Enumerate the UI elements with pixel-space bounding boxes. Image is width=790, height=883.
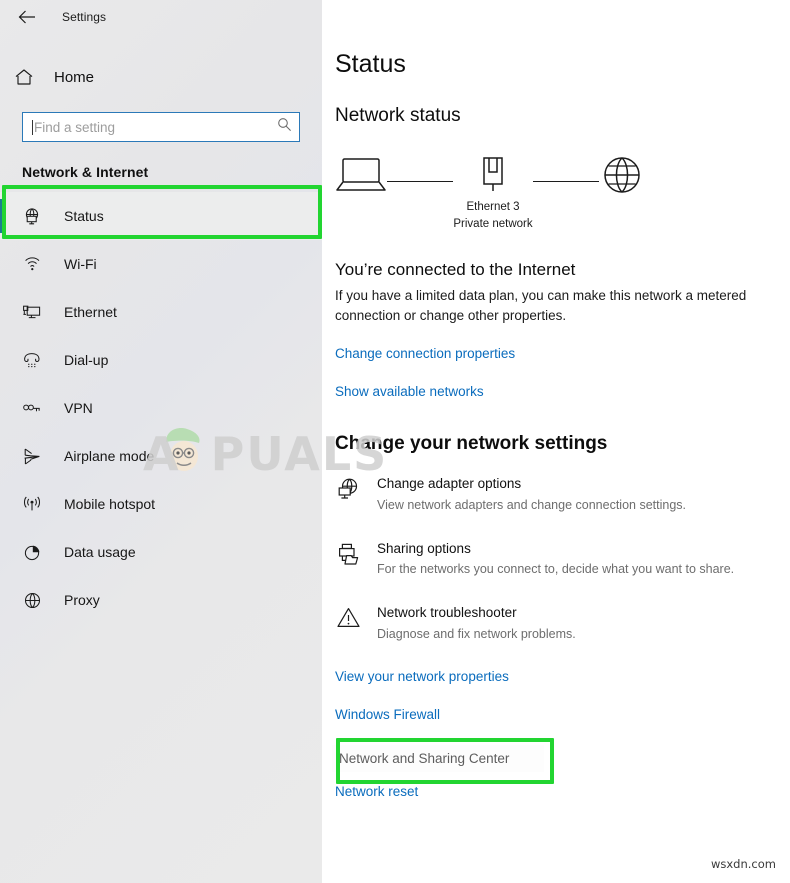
corner-watermark: wsxdn.com: [710, 857, 776, 871]
window-title: Settings: [62, 10, 107, 24]
adapter-caption: Ethernet 3 Private network: [453, 199, 532, 232]
sidebar-item-home[interactable]: Home: [0, 56, 322, 98]
ethernet-icon: [22, 304, 42, 321]
pie-chart-icon: [22, 543, 42, 562]
option-desc: Diagnose and fix network problems.: [377, 626, 576, 641]
sidebar-item-status[interactable]: Status: [0, 192, 322, 240]
diagram-link-right: [532, 181, 600, 182]
link-row-show-available-networks: Show available networks: [335, 383, 790, 401]
main-content: Status Network status Ethernet 3 Private…: [322, 0, 790, 883]
sidebar-item-label: VPN: [64, 400, 93, 416]
diagram-internet: [599, 155, 645, 195]
option-title: Change adapter options: [377, 476, 522, 492]
sidebar-home-label: Home: [54, 68, 95, 86]
sidebar-item-label: Mobile hotspot: [64, 496, 156, 512]
status-globe-monitor-icon: [22, 207, 42, 226]
sidebar-item-label: Status: [64, 208, 104, 224]
diagram-adapter: Ethernet 3 Private network: [453, 155, 533, 232]
warning-triangle-icon: [335, 604, 361, 629]
sidebar-item-wi-fi[interactable]: Wi-Fi: [0, 240, 322, 288]
adapter-type: Private network: [453, 217, 533, 230]
search-container: Find a setting: [0, 98, 322, 142]
sidebar-item-ethernet[interactable]: Ethernet: [0, 288, 322, 336]
options-list: Change adapter options View network adap…: [335, 475, 790, 642]
option-desc: For the networks you connect to, decide …: [377, 562, 735, 577]
network-status-heading: Network status: [335, 105, 461, 126]
page-title: Status: [335, 50, 406, 78]
option-network-troubleshooter[interactable]: Network troubleshooter Diagnose and fix …: [335, 604, 790, 642]
network-diagram: Ethernet 3 Private network: [335, 155, 645, 232]
search-input[interactable]: Find a setting: [22, 112, 300, 142]
connected-heading: You’re connected to the Internet: [335, 260, 576, 280]
option-change-adapter-options[interactable]: Change adapter options View network adap…: [335, 475, 790, 513]
back-button[interactable]: [12, 4, 42, 30]
adapter-name: Ethernet 3: [466, 201, 520, 213]
option-desc: View network adapters and change connect…: [377, 498, 686, 513]
globe-icon: [604, 157, 640, 193]
ethernet-port-icon: [483, 157, 503, 191]
sidebar-nav: Status Wi-Fi Ethernet Dial-up VPN Airpla…: [0, 192, 322, 624]
sidebar-item-label: Dial-up: [64, 352, 109, 368]
sidebar-item-label: Wi-Fi: [64, 256, 97, 272]
option-text: Change adapter options View network adap…: [377, 475, 686, 513]
sidebar-item-airplane-mode[interactable]: Airplane mode: [0, 432, 322, 480]
dialup-phone-icon: [22, 352, 42, 369]
sidebar-item-data-usage[interactable]: Data usage: [0, 528, 322, 576]
laptop-icon: [336, 158, 386, 191]
sidebar-item-label: Airplane mode: [64, 448, 155, 464]
text-caret: [32, 119, 33, 135]
search-icon[interactable]: [277, 117, 292, 137]
sidebar-item-dial-up[interactable]: Dial-up: [0, 336, 322, 384]
option-text: Sharing options For the networks you con…: [377, 540, 734, 578]
sidebar-item-vpn[interactable]: VPN: [0, 384, 322, 432]
option-text: Network troubleshooter Diagnose and fix …: [377, 604, 576, 642]
title-bar: Settings: [0, 0, 322, 34]
sidebar-item-label: Proxy: [64, 592, 100, 608]
sidebar: Settings Home Find a setting Network & I…: [0, 0, 322, 883]
diagram-link-left: [387, 181, 454, 182]
link-change-connection-properties[interactable]: Change connection properties: [335, 346, 515, 361]
change-settings-heading: Change your network settings: [335, 433, 608, 455]
settings-window: Settings Home Find a setting Network & I…: [0, 0, 790, 883]
link-row-change-connection-properties: Change connection properties: [335, 345, 790, 363]
sidebar-item-label: Ethernet: [64, 304, 117, 320]
sidebar-item-label: Data usage: [64, 544, 136, 560]
option-title: Network troubleshooter: [377, 605, 517, 621]
link-show-available-networks[interactable]: Show available networks: [335, 384, 484, 399]
link-network-reset[interactable]: Network reset: [335, 784, 790, 799]
sidebar-section-title: Network & Internet: [22, 164, 149, 180]
connected-body: If you have a limited data plan, you can…: [335, 288, 747, 323]
search-placeholder: Find a setting: [34, 119, 116, 135]
vpn-key-icon: [22, 401, 42, 416]
bottom-links: View your network properties Windows Fir…: [332, 669, 790, 799]
sidebar-item-proxy[interactable]: Proxy: [0, 576, 322, 624]
wifi-icon: [22, 256, 42, 272]
hotspot-signal-icon: [22, 496, 42, 513]
diagram-device: [335, 155, 387, 195]
airplane-icon: [22, 447, 42, 466]
link-windows-firewall[interactable]: Windows Firewall: [335, 707, 790, 722]
option-sharing-options[interactable]: Sharing options For the networks you con…: [335, 540, 790, 578]
sharing-printer-folder-icon: [335, 540, 361, 567]
link-view-your-network-properties[interactable]: View your network properties: [335, 669, 790, 684]
option-title: Sharing options: [377, 540, 471, 556]
back-arrow-icon: [18, 10, 35, 24]
sidebar-item-mobile-hotspot[interactable]: Mobile hotspot: [0, 480, 322, 528]
adapter-globe-monitor-icon: [335, 475, 361, 502]
globe-icon: [22, 591, 42, 610]
link-network-and-sharing-center[interactable]: Network and Sharing Center: [332, 744, 544, 772]
home-icon: [15, 69, 33, 85]
